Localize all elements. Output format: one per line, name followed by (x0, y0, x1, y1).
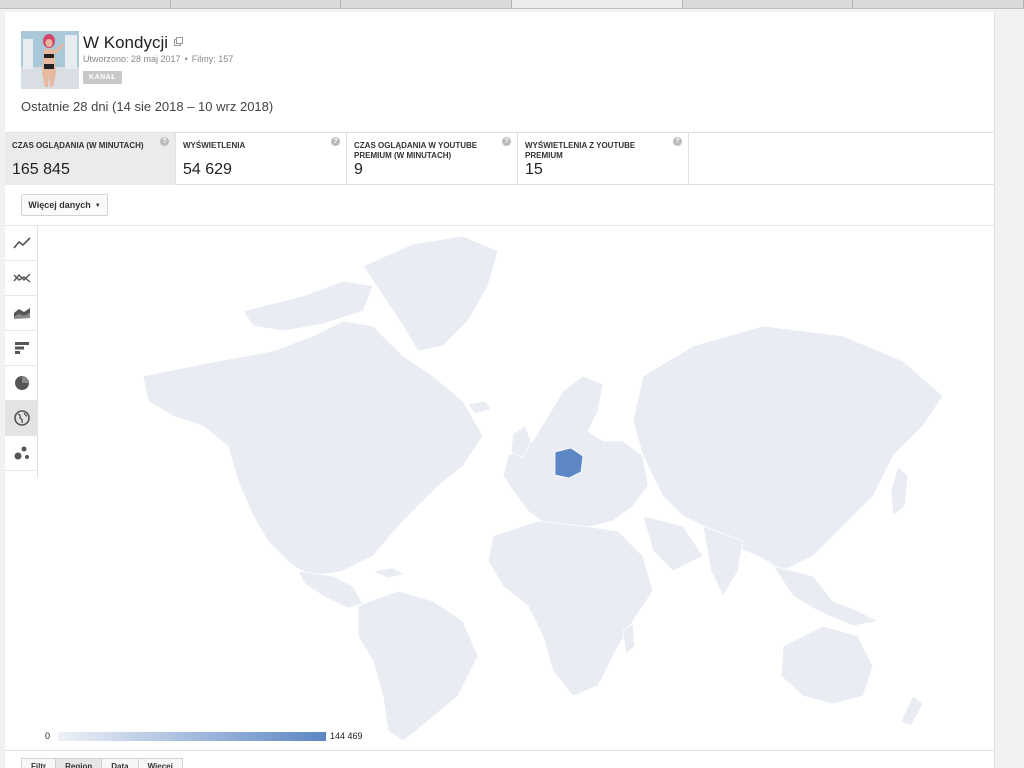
globe-icon (13, 410, 30, 426)
browser-tab[interactable] (853, 0, 1024, 8)
browser-tab[interactable] (0, 0, 171, 8)
divider (5, 750, 995, 751)
multi-line-icon (12, 273, 30, 283)
area-chart-icon (13, 308, 30, 319)
map-region-south-america[interactable] (357, 590, 479, 742)
map-region-iceland[interactable] (467, 400, 492, 415)
legend-min: 0 (45, 731, 51, 741)
chart-type-line[interactable] (5, 226, 38, 261)
metric-label: WYŚWIETLENIA (183, 141, 246, 150)
channel-avatar[interactable] (21, 31, 79, 89)
map-region-japan[interactable] (890, 465, 909, 517)
browser-tab-strip (0, 0, 1024, 9)
tab-filter[interactable]: Filtr (21, 758, 56, 768)
metric-premium-watch-time[interactable]: CZAS OGLĄDANIA W YOUTUBE PREMIUM (W MINU… (347, 133, 518, 185)
date-range[interactable]: Ostatnie 28 dni (14 sie 2018 – 10 wrz 20… (21, 99, 273, 114)
help-icon[interactable]: ? (160, 137, 169, 146)
metric-premium-views[interactable]: WYŚWIETLENIA Z YOUTUBE PREMIUM 15 ? (518, 133, 689, 185)
map-region-australia[interactable] (780, 625, 874, 705)
browser-tab[interactable] (341, 0, 513, 8)
help-icon[interactable]: ? (673, 137, 682, 146)
tab-date[interactable]: Data (101, 758, 138, 768)
more-data-label: Więcej danych (28, 200, 91, 210)
map-region-caribbean[interactable] (371, 567, 407, 579)
more-data-button[interactable]: Więcej danych ▼ (21, 194, 108, 216)
map-legend: 0 144 469 (45, 729, 363, 743)
legend-max: 144 469 (330, 731, 363, 741)
help-icon[interactable]: ? (331, 137, 340, 146)
chart-type-area[interactable] (5, 296, 38, 331)
metric-watch-time[interactable]: CZAS OGLĄDANIA (W MINUTACH) 165 845 ? (5, 133, 176, 185)
help-icon[interactable]: ? (502, 137, 511, 146)
chart-type-map[interactable] (5, 401, 38, 436)
bubble-chart-icon (14, 446, 29, 460)
metric-value: 9 (354, 161, 363, 178)
map-region-central-america[interactable] (297, 570, 364, 609)
meta-separator: • (184, 54, 188, 64)
pie-chart-icon (14, 376, 29, 390)
channel-video-count: Filmy: 157 (191, 54, 234, 64)
chart-type-bar[interactable] (5, 331, 38, 366)
browser-tab[interactable] (682, 0, 854, 8)
map-region-new-zealand[interactable] (900, 695, 924, 727)
chart-type-rail (5, 226, 38, 478)
analytics-page: W Kondycji Utworzono: 28 maj 2017 • Filmy:… (5, 12, 995, 768)
metric-label: CZAS OGLĄDANIA (W MINUTACH) (12, 141, 144, 150)
channel-meta: Utworzono: 28 maj 2017 • Filmy: 157 (83, 54, 233, 64)
bar-chart-icon (14, 342, 29, 354)
metric-views[interactable]: WYŚWIETLENIA 54 629 ? (176, 133, 347, 185)
channel-title-row: W Kondycji (83, 31, 184, 53)
chart-type-pie[interactable] (5, 366, 38, 401)
chart-type-bubble[interactable] (5, 436, 38, 471)
table-tabs: Filtr Region Data Więcej (21, 758, 183, 768)
metrics-bar: CZAS OGLĄDANIA (W MINUTACH) 165 845 ? WY… (5, 132, 995, 185)
metric-value: 165 845 (12, 161, 70, 178)
external-link-icon[interactable] (174, 31, 184, 51)
browser-tab[interactable] (170, 0, 342, 8)
caret-down-icon: ▼ (94, 203, 101, 209)
map-region-greenland[interactable] (362, 235, 499, 352)
channel-name[interactable]: W Kondycji (83, 33, 168, 52)
tab-region[interactable]: Region (55, 758, 102, 768)
line-chart-icon (12, 237, 31, 249)
metric-value: 15 (525, 161, 543, 178)
legend-gradient (58, 731, 327, 741)
chart-type-multi-line[interactable] (5, 261, 38, 296)
metric-label: WYŚWIETLENIA Z YOUTUBE PREMIUM (525, 141, 636, 160)
metric-value: 54 629 (183, 161, 232, 178)
channel-badge: KANAŁ (83, 71, 122, 84)
map-region-arabia[interactable] (642, 515, 704, 572)
tab-more[interactable]: Więcej (137, 758, 183, 768)
metric-label: CZAS OGLĄDANIA W YOUTUBE PREMIUM (W MINU… (354, 141, 478, 160)
map-region-north-america[interactable] (142, 320, 484, 577)
map-region-africa[interactable] (487, 520, 654, 697)
map-region-southeast-asia[interactable] (772, 565, 880, 627)
browser-tab-active[interactable] (512, 0, 683, 8)
world-map[interactable] (43, 226, 993, 744)
channel-created: Utworzono: 28 maj 2017 (83, 54, 181, 64)
